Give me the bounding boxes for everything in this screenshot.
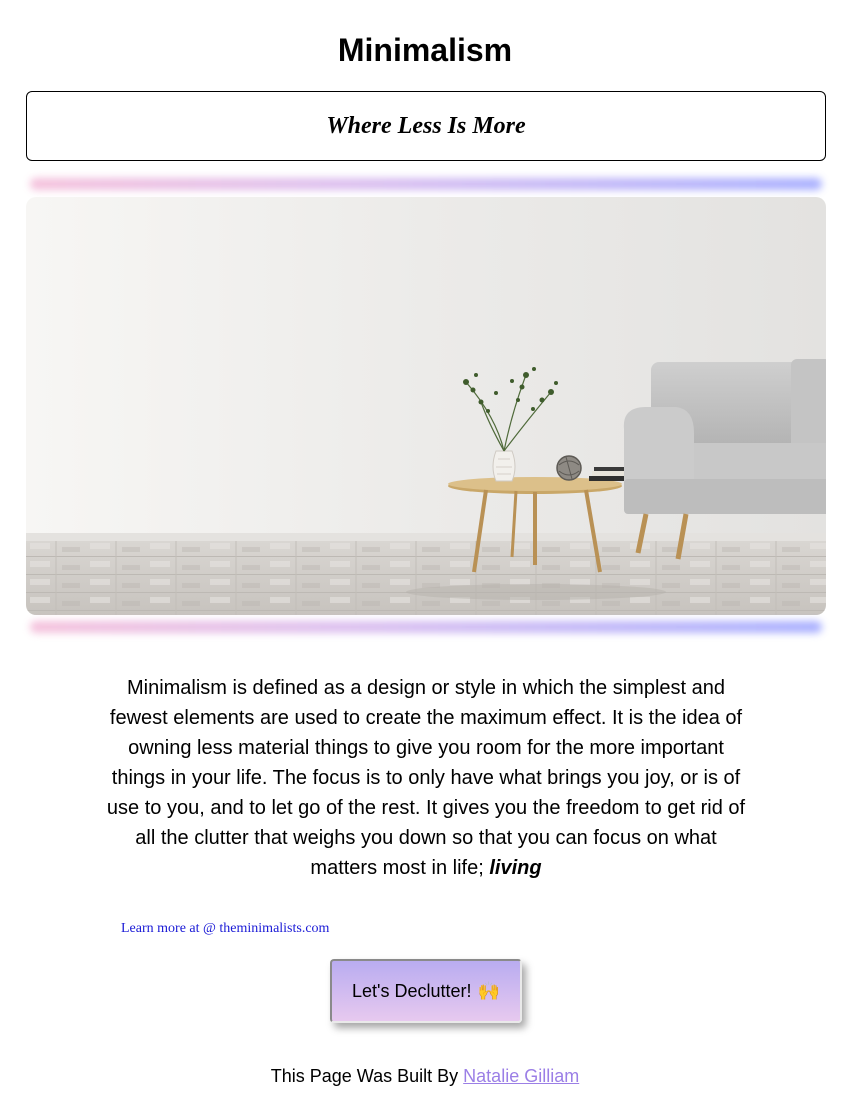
description-paragraph: Minimalism is defined as a design or sty… [100, 673, 752, 883]
raising-hands-icon: 🙌 [477, 980, 500, 1001]
tagline-box: Where Less Is More [26, 91, 826, 161]
decorative-glow-bar-bottom [30, 621, 822, 633]
tagline: Where Less Is More [326, 112, 526, 139]
declutter-button[interactable]: Let's Declutter! 🙌 [330, 959, 522, 1023]
hero-image [26, 197, 826, 615]
description-emphasis: living [489, 857, 542, 879]
decorative-glow-bar-top [30, 178, 822, 190]
declutter-button-label: Let's Declutter! [352, 980, 472, 1001]
description-text: Minimalism is defined as a design or sty… [106, 677, 746, 879]
footer-prefix: This Page Was Built By [270, 1066, 464, 1086]
learn-more-link[interactable]: Learn more at @ theminimalists.com [121, 921, 329, 937]
page: Minimalism Where Less Is More Minimalism… [0, 0, 850, 1118]
footer: This Page Was Built By Natalie Gilliam [0, 1064, 850, 1088]
page-title: Minimalism [337, 32, 513, 68]
author-link[interactable]: Natalie Gilliam [463, 1066, 579, 1086]
